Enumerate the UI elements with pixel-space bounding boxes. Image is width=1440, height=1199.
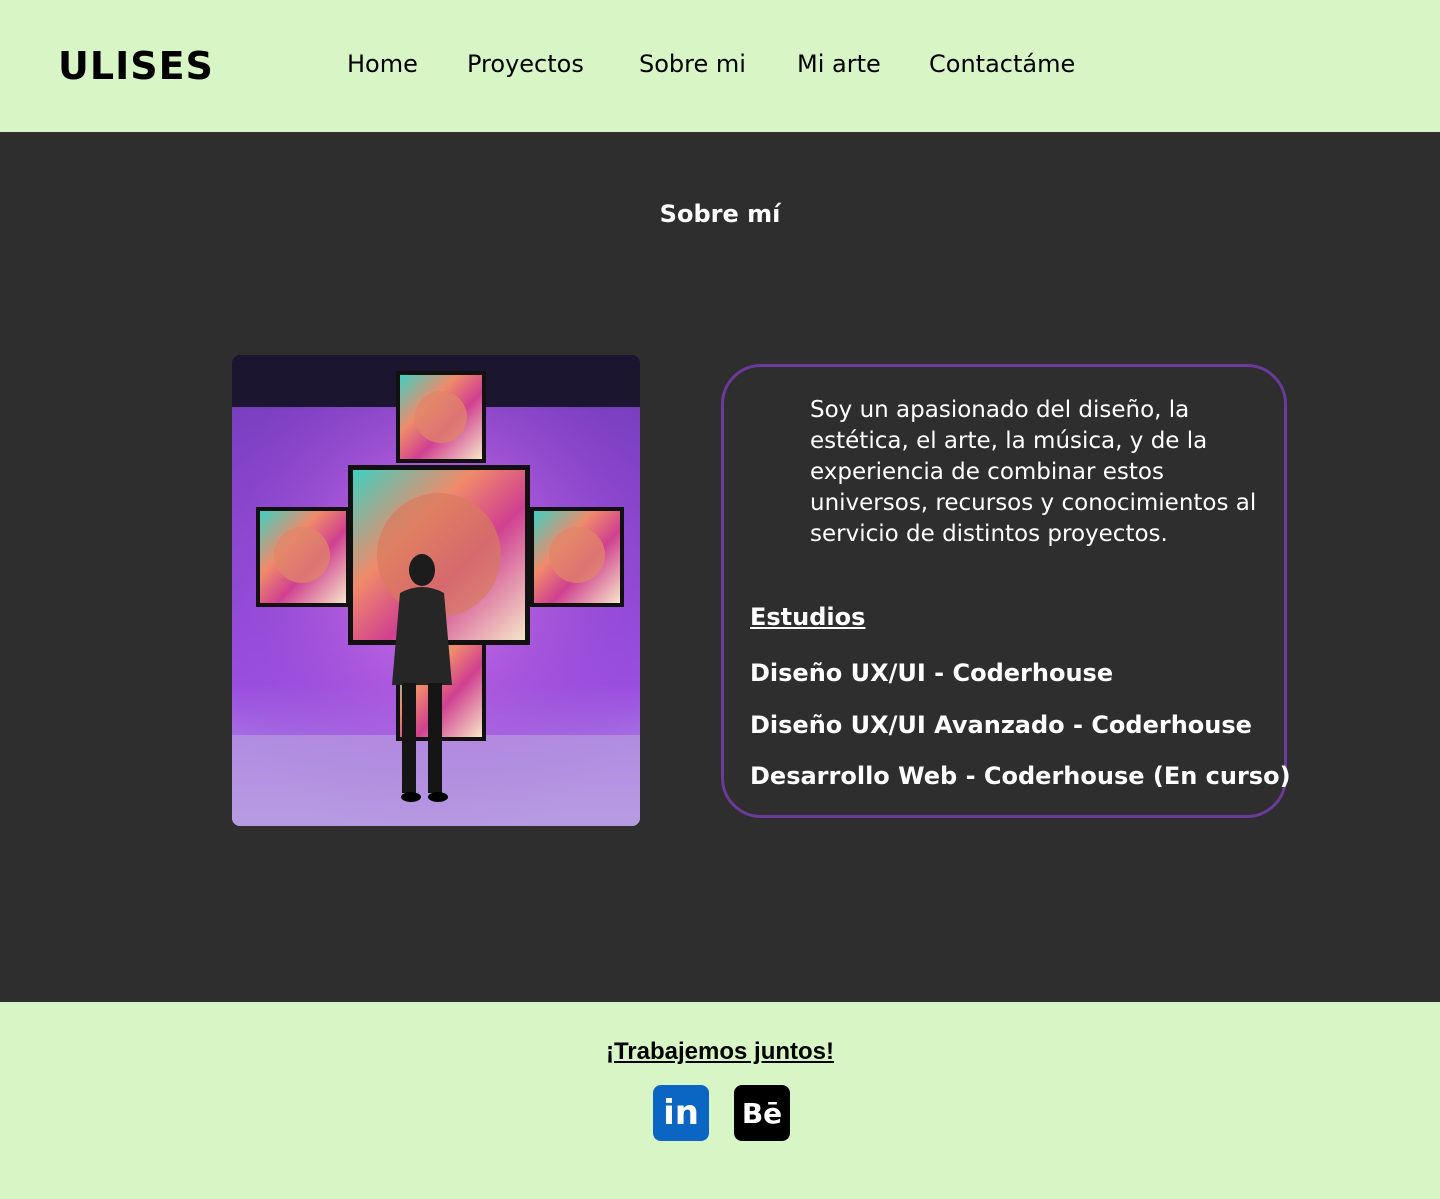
studies-heading[interactable]: Estudios [750, 603, 865, 631]
nav-sobre-mi[interactable]: Sobre mi [639, 50, 746, 78]
site-footer: ¡Trabajemos juntos! in Bē [0, 1002, 1440, 1199]
nav-proyectos[interactable]: Proyectos [467, 50, 584, 78]
contact-cta-link[interactable]: ¡Trabajemos juntos! [0, 1038, 1440, 1066]
about-section: Sobre mí Soy un apasionado del diseño, l… [0, 132, 1440, 1002]
site-header: ULISES Home Proyectos Sobre mi Mi arte C… [0, 0, 1440, 132]
nav-home[interactable]: Home [347, 50, 418, 78]
page-title: Sobre mí [659, 200, 781, 228]
nav-mi-arte[interactable]: Mi arte [797, 50, 881, 78]
study-item: Diseño UX/UI - Coderhouse [750, 659, 1114, 687]
profile-photo [232, 355, 640, 826]
behance-icon[interactable]: Bē [734, 1085, 790, 1141]
site-logo[interactable]: ULISES [58, 44, 214, 88]
linkedin-icon[interactable]: in [653, 1085, 709, 1141]
study-item: Desarrollo Web - Coderhouse (En curso) [750, 762, 1291, 790]
nav-contacto[interactable]: Contactáme [929, 50, 1075, 78]
bio-text: Soy un apasionado del diseño, la estétic… [810, 397, 1257, 547]
about-card: Soy un apasionado del diseño, la estétic… [721, 364, 1291, 818]
study-item: Diseño UX/UI Avanzado - Coderhouse [750, 711, 1252, 739]
